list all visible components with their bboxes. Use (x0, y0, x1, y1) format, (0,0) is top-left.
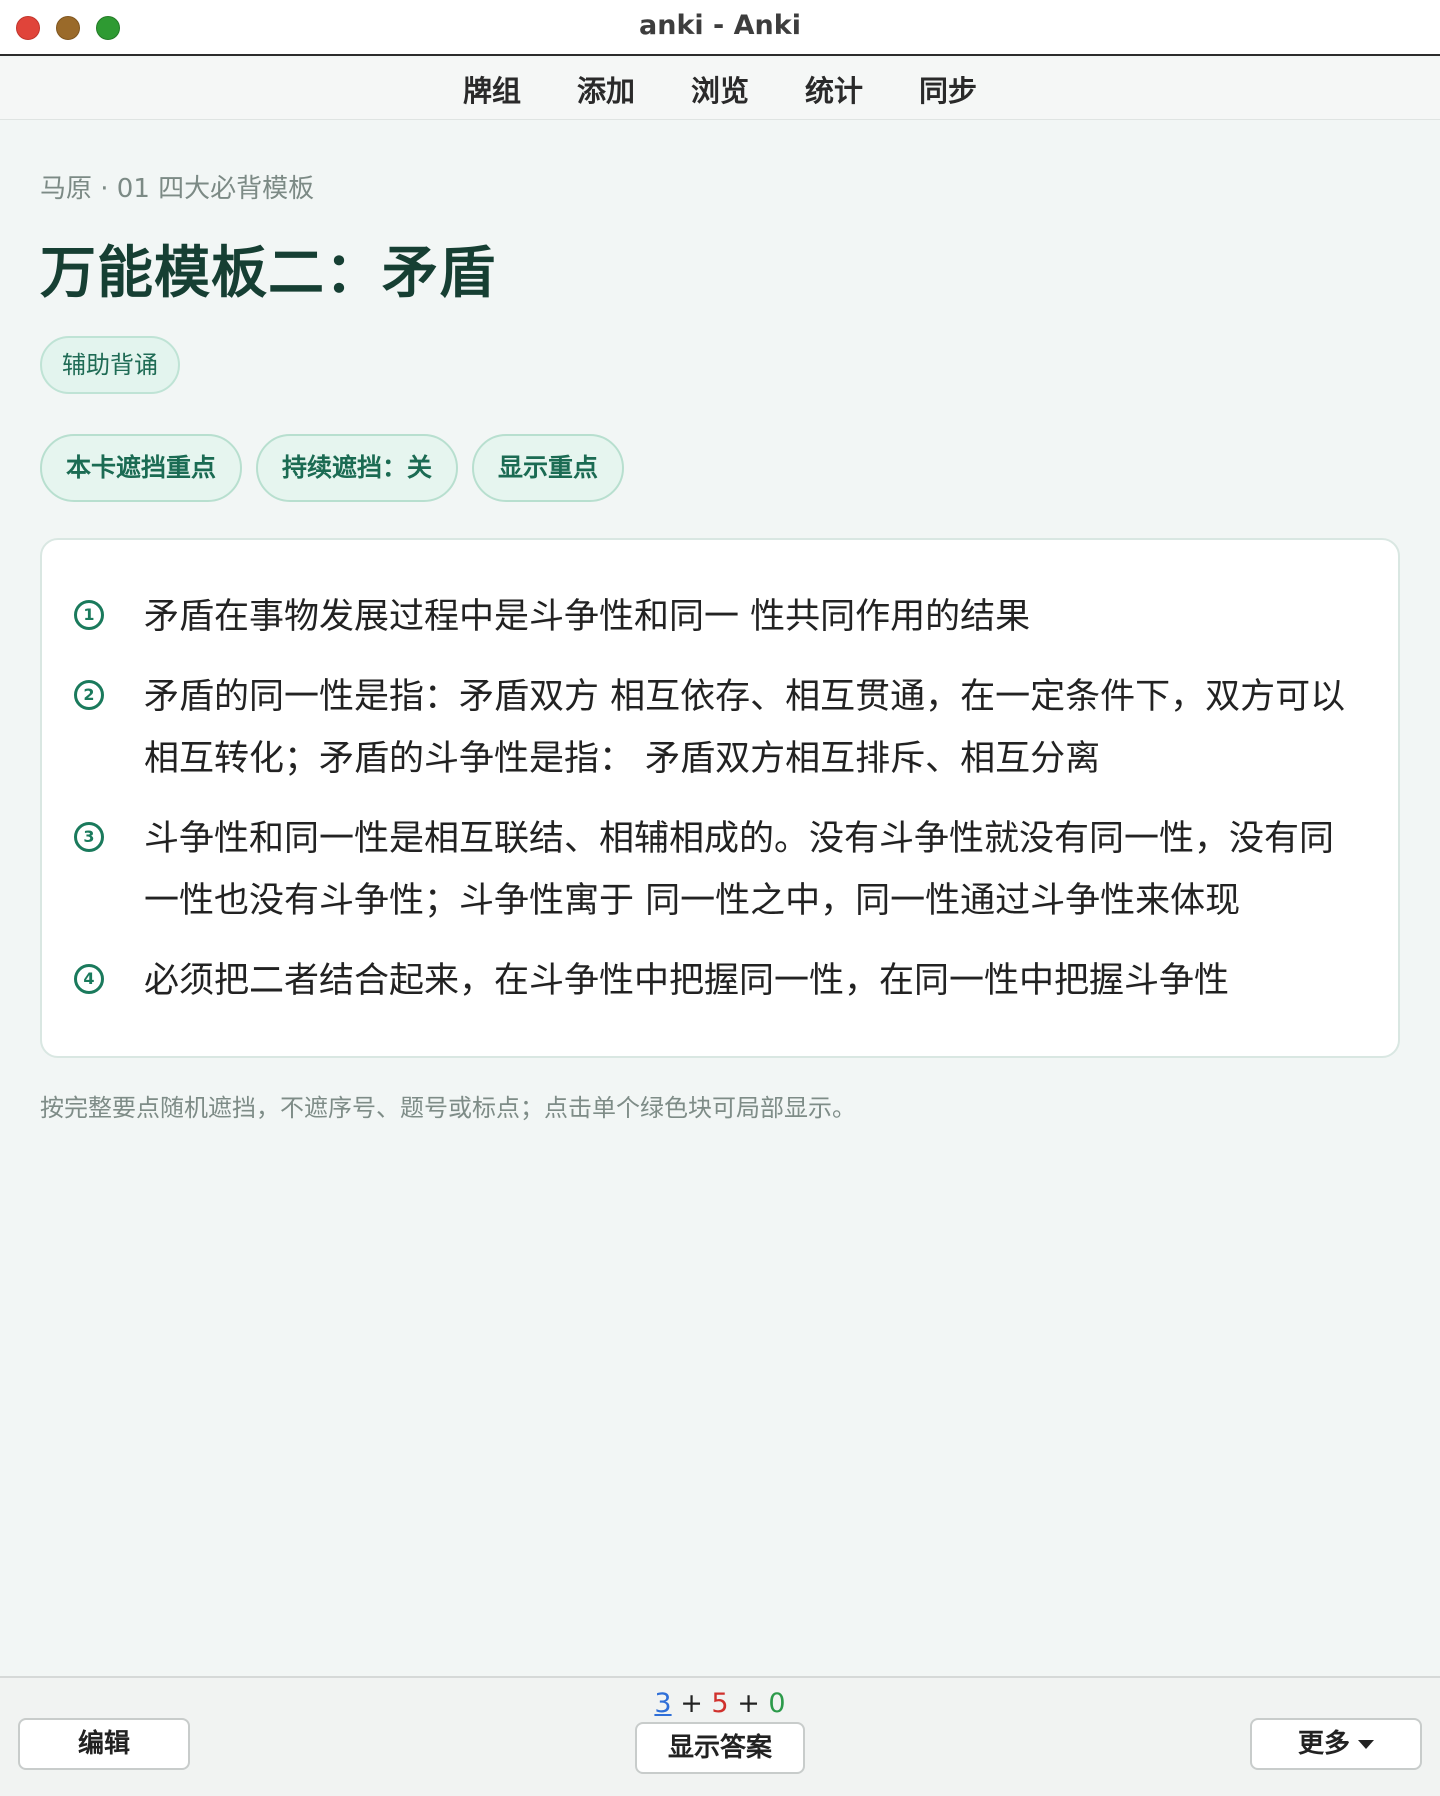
show-answer-label: 显示答案 (667, 1733, 772, 1763)
more-button-label: 更多 (1297, 1729, 1350, 1759)
due-counts: 3 + 5 + 0 (0, 1688, 1440, 1719)
edit-button-label: 编辑 (77, 1729, 130, 1759)
review-count: 0 (768, 1688, 786, 1719)
count-separator: + (737, 1688, 760, 1719)
new-count: 3 (654, 1688, 672, 1719)
count-separator: + (680, 1688, 703, 1719)
list-item: 3 斗争性和同一性是相互联结、相辅相成的。没有斗争性就没有同一性，没有同一性也没… (74, 808, 1348, 932)
points-panel: 1 矛盾在事物发展过程中是斗争性和同一 性共同作用的结果 2 矛盾的同一性是指：… (40, 538, 1400, 1058)
mask-controls: 本卡遮挡重点 持续遮挡：关 显示重点 (40, 434, 625, 502)
point-text[interactable]: 必须把二者结合起来，在斗争性中把握同一性，在同一性中把握斗争性 (144, 950, 1229, 1012)
point-number-badge: 3 (74, 822, 104, 852)
nav-stats[interactable]: 统计 (805, 64, 863, 114)
window-title: anki - Anki (639, 10, 801, 41)
learn-count: 5 (711, 1688, 729, 1719)
list-item: 4 必须把二者结合起来，在斗争性中把握同一性，在同一性中把握斗争性 (74, 950, 1348, 1012)
point-text[interactable]: 斗争性和同一性是相互联结、相辅相成的。没有斗争性就没有同一性，没有同一性也没有斗… (144, 808, 1348, 932)
nav-sync[interactable]: 同步 (919, 64, 977, 114)
point-text[interactable]: 矛盾的同一性是指：矛盾双方 相互依存、相互贯通，在一定条件下，双方可以相互转化；… (144, 666, 1348, 790)
show-answer-button[interactable]: 显示答案 (635, 1722, 805, 1774)
point-text[interactable]: 矛盾在事物发展过程中是斗争性和同一 性共同作用的结果 (144, 586, 1030, 648)
list-item: 1 矛盾在事物发展过程中是斗争性和同一 性共同作用的结果 (74, 586, 1348, 648)
more-button[interactable]: 更多 (1250, 1718, 1422, 1770)
bottom-bar: 3 + 5 + 0 编辑 显示答案 更多 (0, 1676, 1440, 1796)
point-number-badge: 4 (74, 964, 104, 994)
top-nav: 牌组 添加 浏览 统计 同步 (0, 58, 1440, 120)
nav-add[interactable]: 添加 (577, 64, 635, 114)
persistent-mask-toggle[interactable]: 持续遮挡：关 (256, 434, 459, 502)
edit-button[interactable]: 编辑 (18, 1718, 190, 1770)
tag-badge: 辅助背诵 (40, 336, 180, 394)
list-item: 2 矛盾的同一性是指：矛盾双方 相互依存、相互贯通，在一定条件下，双方可以相互转… (74, 666, 1348, 790)
title-bar: anki - Anki (0, 0, 1440, 56)
anki-window: anki - Anki 牌组 添加 浏览 统计 同步 马原 · 01 四大必背模… (0, 0, 1440, 1796)
nav-decks[interactable]: 牌组 (463, 64, 521, 114)
card-title: 万能模板二：矛盾 (40, 241, 496, 306)
deck-path: 马原 · 01 四大必背模板 (40, 174, 315, 204)
hint-text: 按完整要点随机遮挡，不遮序号、题号或标点；点击单个绿色块可局部显示。 (40, 1094, 856, 1122)
show-keypoints-button[interactable]: 显示重点 (472, 434, 625, 502)
caret-down-icon (1358, 1740, 1374, 1749)
point-number-badge: 2 (74, 680, 104, 710)
mask-card-button[interactable]: 本卡遮挡重点 (40, 434, 243, 502)
point-number-badge: 1 (74, 600, 104, 630)
nav-browse[interactable]: 浏览 (691, 64, 749, 114)
